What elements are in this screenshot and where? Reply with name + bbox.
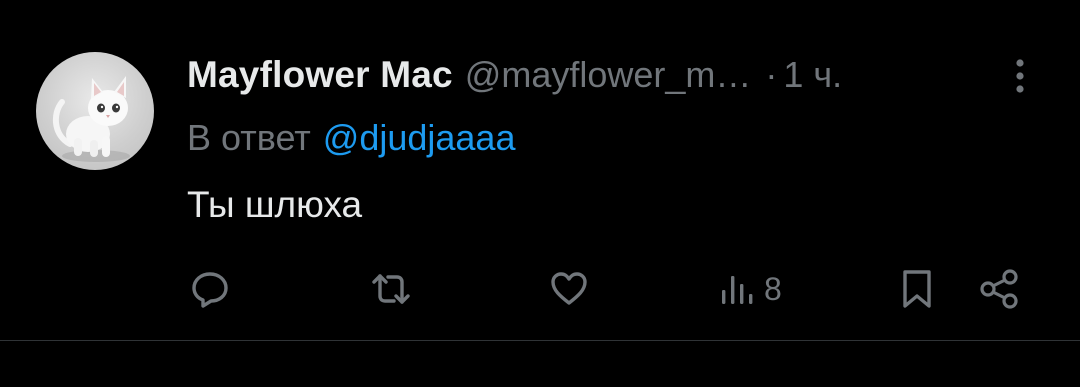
bookmark-icon (903, 270, 931, 308)
reply-context: В ответ @djudjaaaa (187, 115, 515, 161)
repost-icon (372, 274, 410, 304)
share-icon (980, 269, 1018, 309)
share-button[interactable] (978, 266, 1022, 312)
more-vertical-icon[interactable] (1006, 56, 1034, 96)
tweet[interactable]: Mayflower Mac @mayflower_m… · 1 ч. В отв… (0, 0, 1080, 340)
views-icon (722, 276, 753, 304)
timestamp[interactable]: 1 ч. (783, 54, 842, 96)
separator-dot: · (765, 54, 778, 95)
like-button[interactable] (548, 266, 590, 312)
heart-icon (551, 272, 587, 305)
user-handle[interactable]: @mayflower_m… (465, 54, 752, 96)
avatar[interactable] (36, 52, 154, 170)
views-button[interactable]: 8 (718, 266, 782, 312)
reply-icon (192, 272, 228, 308)
reply-mention-link[interactable]: @djudjaaaa (323, 117, 516, 159)
kitten-avatar-image (52, 76, 130, 162)
views-count: 8 (764, 270, 782, 307)
repost-button[interactable] (368, 266, 414, 312)
tweet-header: Mayflower Mac @mayflower_m… · 1 ч. (187, 50, 842, 100)
divider (0, 340, 1080, 341)
tweet-text: Ты шлюха (187, 184, 363, 225)
reply-button[interactable] (189, 266, 231, 312)
reply-prefix: В ответ (187, 117, 311, 158)
display-name[interactable]: Mayflower Mac (187, 54, 453, 96)
bookmark-button[interactable] (899, 266, 935, 312)
